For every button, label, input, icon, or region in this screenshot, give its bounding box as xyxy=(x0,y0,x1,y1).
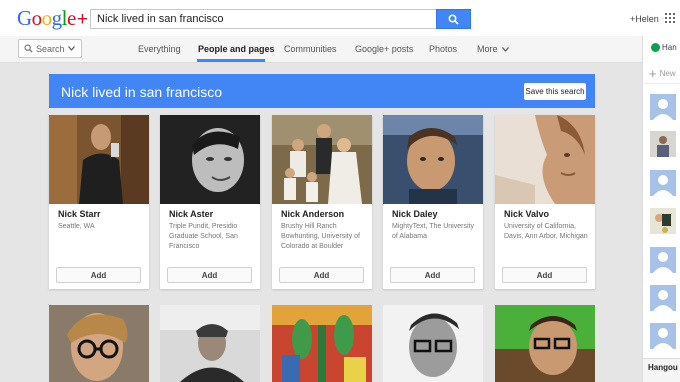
person-card[interactable] xyxy=(383,305,483,382)
profile-photo[interactable] xyxy=(495,305,595,382)
google-plus-logo[interactable]: Google+ xyxy=(17,6,88,31)
tab-people-and-pages[interactable]: People and pages xyxy=(198,44,275,54)
contact-avatar[interactable] xyxy=(650,323,676,349)
search-icon xyxy=(24,44,33,53)
person-description: Brushy Hill Ranch Bowhunting, University… xyxy=(281,223,360,250)
contact-avatar[interactable] xyxy=(650,170,676,196)
person-card[interactable]: Nick Aster Triple Pundit, Presidio Gradu… xyxy=(160,115,260,289)
hangouts-header[interactable]: Han xyxy=(651,43,677,52)
search-icon xyxy=(448,13,459,25)
new-hangout-button[interactable]: + New xyxy=(643,64,680,84)
chevron-down-icon xyxy=(67,46,75,51)
profile-photo[interactable] xyxy=(160,115,260,204)
person-card[interactable] xyxy=(495,305,595,382)
profile-photo[interactable] xyxy=(383,305,483,382)
profile-photo[interactable] xyxy=(272,115,372,204)
chevron-down-icon xyxy=(502,47,509,52)
person-card[interactable]: Nick Starr Seattle, WA Add xyxy=(49,115,149,289)
profile-photo[interactable] xyxy=(383,115,483,204)
person-card[interactable] xyxy=(272,305,372,382)
apps-grid-icon[interactable] xyxy=(665,13,675,23)
profile-photo[interactable] xyxy=(160,305,260,382)
person-card[interactable]: Nick Anderson Brushy Hill Ranch Bowhunti… xyxy=(272,115,372,289)
hangouts-footer[interactable]: Hangou xyxy=(643,358,680,382)
person-card[interactable] xyxy=(49,305,149,382)
tab-communities[interactable]: Communities xyxy=(284,44,337,54)
tab-photos[interactable]: Photos xyxy=(429,44,457,54)
add-person-button[interactable]: Add xyxy=(279,267,364,283)
tab-more-label: More xyxy=(477,44,498,54)
tab-everything[interactable]: Everything xyxy=(138,44,181,54)
add-person-button[interactable]: Add xyxy=(390,267,475,283)
contact-avatar[interactable] xyxy=(650,247,676,273)
active-tab-indicator xyxy=(197,59,265,62)
contact-avatar[interactable] xyxy=(650,208,676,234)
add-person-button[interactable]: Add xyxy=(56,267,141,283)
top-bar: Google+ Nick lived in san francisco +Hel… xyxy=(0,0,680,36)
profile-photo[interactable] xyxy=(495,115,595,204)
person-name[interactable]: Nick Daley xyxy=(392,209,438,219)
search-filter-bar: Search Everything People and pages Commu… xyxy=(0,36,642,63)
contact-avatar[interactable] xyxy=(650,131,676,157)
person-name[interactable]: Nick Valvo xyxy=(504,209,549,219)
profile-photo[interactable] xyxy=(272,305,372,382)
person-card[interactable] xyxy=(160,305,260,382)
person-name[interactable]: Nick Aster xyxy=(169,209,213,219)
search-dropdown[interactable]: Search xyxy=(18,39,82,58)
hangouts-header-label: Han xyxy=(662,43,677,52)
person-description: MightyText, The University of Alabama xyxy=(392,223,474,240)
search-results-title: Nick lived in san francisco xyxy=(61,84,223,100)
search-button[interactable] xyxy=(436,9,471,29)
save-search-button[interactable]: Save this search xyxy=(524,83,586,100)
person-name[interactable]: Nick Anderson xyxy=(281,209,344,219)
person-description: Seattle, WA xyxy=(58,223,95,230)
profile-photo[interactable] xyxy=(49,115,149,204)
search-results-header: Nick lived in san francisco Save this se… xyxy=(49,74,595,108)
search-input[interactable]: Nick lived in san francisco xyxy=(90,9,437,29)
person-name[interactable]: Nick Starr xyxy=(58,209,101,219)
add-person-button[interactable]: Add xyxy=(502,267,587,283)
profile-photo[interactable] xyxy=(49,305,149,382)
contact-avatar[interactable] xyxy=(650,285,676,311)
search-dropdown-label: Search xyxy=(36,43,65,54)
add-person-button[interactable]: Add xyxy=(167,267,252,283)
plus-icon: + xyxy=(649,65,657,81)
user-profile-link[interactable]: +Helen xyxy=(630,14,659,24)
tab-google-plus-posts[interactable]: Google+ posts xyxy=(355,44,413,54)
person-card[interactable]: Nick Valvo University of California, Dav… xyxy=(495,115,595,289)
contact-avatar[interactable] xyxy=(650,94,676,120)
hangouts-icon xyxy=(651,43,660,52)
person-description: Triple Pundit, Presidio Graduate School,… xyxy=(169,223,238,250)
hangouts-sidebar: Han + New Hangou xyxy=(642,36,680,382)
new-hangout-label: New xyxy=(659,69,676,78)
person-description: University of California, Davis, Ann Arb… xyxy=(504,223,588,240)
tab-more[interactable]: More xyxy=(477,44,509,54)
person-card[interactable]: Nick Daley MightyText, The University of… xyxy=(383,115,483,289)
